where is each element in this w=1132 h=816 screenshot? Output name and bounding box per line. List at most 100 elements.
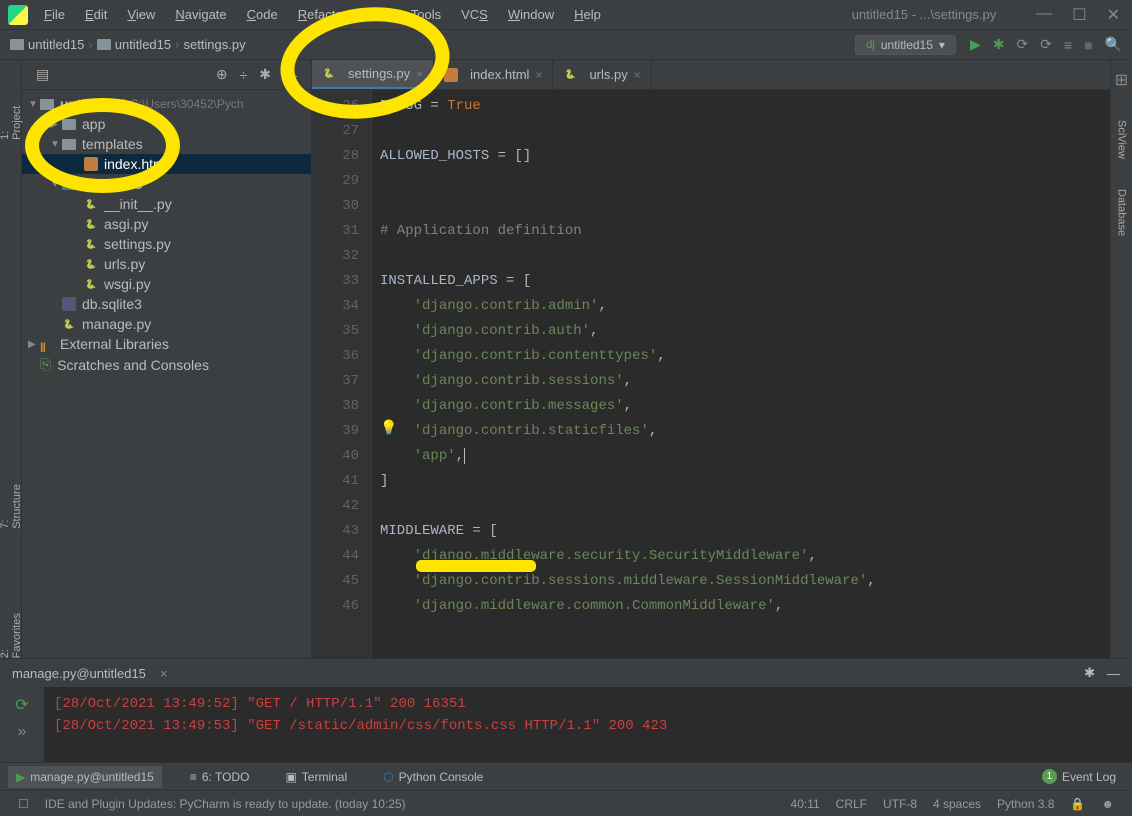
python-file-icon: 🐍 (322, 67, 336, 81)
menu-window[interactable]: Window (500, 4, 562, 25)
line-separator[interactable]: CRLF (836, 797, 867, 811)
tool-database[interactable]: Database (1116, 189, 1128, 236)
tab-python-console[interactable]: ⬡ Python Console (375, 766, 491, 788)
menu-code[interactable]: Code (239, 4, 286, 25)
tab-label: manage.py@untitled15 (30, 770, 154, 784)
minimize-button[interactable]: — (1036, 5, 1052, 25)
menu-navigate[interactable]: Navigate (167, 4, 234, 25)
encoding[interactable]: UTF-8 (883, 797, 917, 811)
tree-item[interactable]: 🐍manage.py (22, 314, 311, 334)
editor-tab[interactable]: 🐍settings.py× (312, 60, 434, 89)
right-tool-strip: ⊞ SciView Database (1110, 60, 1132, 658)
titlebar: File Edit View Navigate Code Refactor Ru… (0, 0, 1132, 30)
chevron-right-icon[interactable]: ▶ (28, 339, 40, 350)
tree-item[interactable]: db.sqlite3 (22, 294, 311, 314)
menu-file[interactable]: File (36, 4, 73, 25)
tab-run[interactable]: ▶ manage.py@untitled15 (8, 766, 162, 788)
close-tab-icon[interactable]: × (160, 666, 168, 681)
interpreter[interactable]: Python 3.8 (997, 797, 1054, 811)
inspection-icon[interactable]: ☻ (1101, 797, 1114, 811)
rerun-icon[interactable]: ⟳ (15, 695, 28, 715)
tab-event-log[interactable]: 1 Event Log (1034, 765, 1124, 788)
debug-button[interactable]: ✱ (993, 36, 1005, 53)
breadcrumb-item[interactable]: untitled15 (28, 37, 84, 52)
tool-structure[interactable]: 7: Structure (0, 480, 23, 529)
hide-icon[interactable]: — (1107, 666, 1120, 681)
tree-label: app (82, 116, 105, 132)
chevron-down-icon[interactable]: ▼ (28, 99, 40, 110)
stop-button[interactable]: ■ (1084, 37, 1092, 53)
tree-item[interactable]: 🐍asgi.py (22, 214, 311, 234)
attach-button[interactable]: ≡ (1064, 37, 1072, 53)
tree-item[interactable]: 🐍settings.py (22, 234, 311, 254)
menu-refactor[interactable]: Refactor (290, 4, 355, 25)
intention-bulb-icon[interactable]: 💡 (380, 420, 397, 437)
run-config-label: untitled15 (881, 38, 933, 52)
hide-icon[interactable]: — (283, 67, 297, 83)
menu-run[interactable]: Run (359, 4, 399, 25)
code-content[interactable]: DEBUG = True ALLOWED_HOSTS = [] # Applic… (372, 90, 1110, 658)
project-panel: ▤ ⊕ ÷ ✱ — ▼ untitled15 C:\Users\30452\Py… (22, 60, 312, 658)
lock-icon[interactable]: 🔒 (1070, 797, 1085, 811)
python-file-icon: 🐍 (62, 317, 76, 331)
coverage-button[interactable]: ⟳ (1016, 36, 1028, 53)
collapse-icon[interactable]: ÷ (240, 67, 248, 83)
editor-body[interactable]: 2627282930313233343536373839404142434445… (312, 90, 1110, 658)
breadcrumb[interactable]: untitled15 › untitled15 › settings.py (10, 37, 246, 52)
tree-item[interactable]: 🐍wsgi.py (22, 274, 311, 294)
status-message[interactable]: IDE and Plugin Updates: PyCharm is ready… (45, 797, 406, 811)
run-configuration-dropdown[interactable]: dj untitled15 ▾ (855, 35, 956, 55)
tree-item[interactable]: ▼untitled15 (22, 174, 311, 194)
tree-root-label: untitled15 (60, 96, 126, 112)
menu-tools[interactable]: Tools (403, 4, 449, 25)
maximize-button[interactable]: ☐ (1072, 5, 1086, 25)
menu-edit[interactable]: Edit (77, 4, 115, 25)
line-gutter[interactable]: 2627282930313233343536373839404142434445… (312, 90, 372, 658)
console-line: [28/Oct/2021 13:49:53] "GET /static/admi… (54, 715, 1122, 737)
tree-external-libraries[interactable]: ▶ External Libraries (22, 334, 311, 354)
tree-scratches[interactable]: ⎘ Scratches and Consoles (22, 354, 311, 375)
run-button[interactable]: ▶ (970, 36, 981, 53)
editor-tab[interactable]: index.html× (434, 60, 553, 89)
menu-view[interactable]: View (119, 4, 163, 25)
breadcrumb-item[interactable]: untitled15 (115, 37, 171, 52)
tree-arrow[interactable]: ▼ (50, 179, 62, 190)
project-view-icon[interactable]: ▤ (36, 66, 49, 83)
tab-todo[interactable]: ≡ 6: TODO (182, 766, 258, 788)
breadcrumb-item[interactable]: settings.py (183, 37, 245, 52)
bottom-tool-tabs: ▶ manage.py@untitled15 ≡ 6: TODO ▣ Termi… (0, 762, 1132, 790)
tree-item[interactable]: 🐍urls.py (22, 254, 311, 274)
menu-vcs[interactable]: VCS (453, 4, 496, 25)
settings-icon[interactable]: ✱ (259, 66, 271, 83)
scroll-icon[interactable]: » (18, 723, 27, 741)
tab-label: Python Console (399, 770, 484, 784)
tool-project[interactable]: 1: Project (0, 100, 23, 140)
cursor-position[interactable]: 40:11 (791, 797, 820, 811)
tree-arrow[interactable]: ▶ (50, 119, 62, 130)
profiler-button[interactable]: ⟳ (1040, 36, 1052, 53)
db-icon[interactable]: ⊞ (1115, 70, 1128, 90)
tree-item[interactable]: ▼templates (22, 134, 311, 154)
tab-terminal[interactable]: ▣ Terminal (277, 766, 355, 788)
tree-item[interactable]: 🐍__init__.py (22, 194, 311, 214)
close-button[interactable]: ✕ (1107, 5, 1120, 25)
close-icon[interactable]: × (416, 67, 423, 81)
tool-favorites[interactable]: 2: Favorites (0, 609, 23, 658)
locate-icon[interactable]: ⊕ (216, 66, 228, 83)
settings-icon[interactable]: ✱ (1084, 665, 1095, 681)
tool-sciview[interactable]: SciView (1116, 120, 1128, 159)
tree-arrow[interactable]: ▼ (50, 139, 62, 150)
close-icon[interactable]: × (535, 68, 542, 82)
project-tree[interactable]: ▼ untitled15 C:\Users\30452\Pych ▶ app ▼te… (22, 90, 311, 658)
tree-item[interactable]: index.html (22, 154, 311, 174)
editor-tab[interactable]: 🐍urls.py× (553, 60, 651, 89)
tree-root[interactable]: ▼ untitled15 C:\Users\30452\Pych (22, 94, 311, 114)
indent[interactable]: 4 spaces (933, 797, 981, 811)
tree-label: index.html (104, 156, 168, 172)
close-icon[interactable]: × (634, 68, 641, 82)
menu-help[interactable]: Help (566, 4, 609, 25)
search-button[interactable]: 🔍 (1105, 36, 1122, 53)
console-output[interactable]: [28/Oct/2021 13:49:52] "GET / HTTP/1.1" … (44, 687, 1132, 762)
tree-item[interactable]: ▶ app (22, 114, 311, 134)
status-icon[interactable]: ☐ (18, 797, 29, 811)
